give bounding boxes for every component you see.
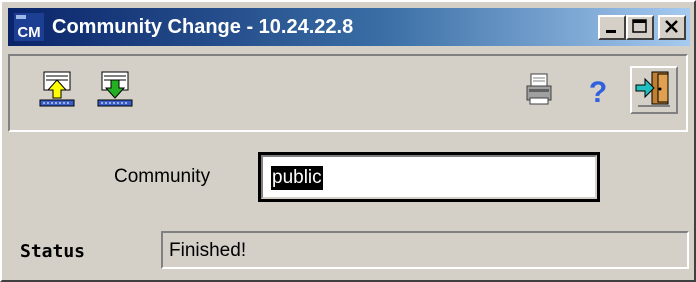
- maximize-button[interactable]: [626, 15, 654, 40]
- minimize-icon: [606, 30, 616, 33]
- app-icon: CM: [14, 13, 44, 41]
- community-label: Community: [114, 166, 211, 187]
- svg-text:?: ?: [589, 76, 607, 109]
- minimize-button[interactable]: [598, 15, 626, 40]
- exit-button[interactable]: [630, 66, 678, 114]
- svg-text:CM: CM: [17, 24, 40, 41]
- question-icon: ?: [589, 76, 607, 109]
- exit-door-icon: [635, 71, 670, 107]
- status-field: Finished!: [161, 231, 689, 269]
- status-label: Status: [20, 241, 86, 262]
- title-bar[interactable]: CM Community Change - 10.24.22.8: [8, 8, 690, 46]
- upload-button[interactable]: [36, 68, 80, 112]
- community-field-inner: public: [261, 155, 597, 199]
- upload-icon: [39, 71, 75, 107]
- download-button[interactable]: [94, 68, 138, 112]
- community-value: public: [271, 166, 323, 190]
- close-icon: [665, 20, 678, 33]
- community-field[interactable]: public: [258, 152, 600, 202]
- download-icon: [97, 71, 133, 107]
- toolbar: ?: [8, 54, 688, 132]
- status-value: Finished!: [169, 240, 247, 261]
- window-title: Community Change - 10.24.22.8: [52, 16, 354, 38]
- help-button[interactable]: ?: [576, 68, 620, 112]
- close-button[interactable]: [658, 15, 686, 40]
- community-change-window: CM Community Change - 10.24.22.8 ? Commu…: [0, 0, 696, 282]
- print-button[interactable]: [516, 68, 560, 112]
- maximize-icon: [632, 19, 647, 33]
- printer-icon: [526, 73, 552, 105]
